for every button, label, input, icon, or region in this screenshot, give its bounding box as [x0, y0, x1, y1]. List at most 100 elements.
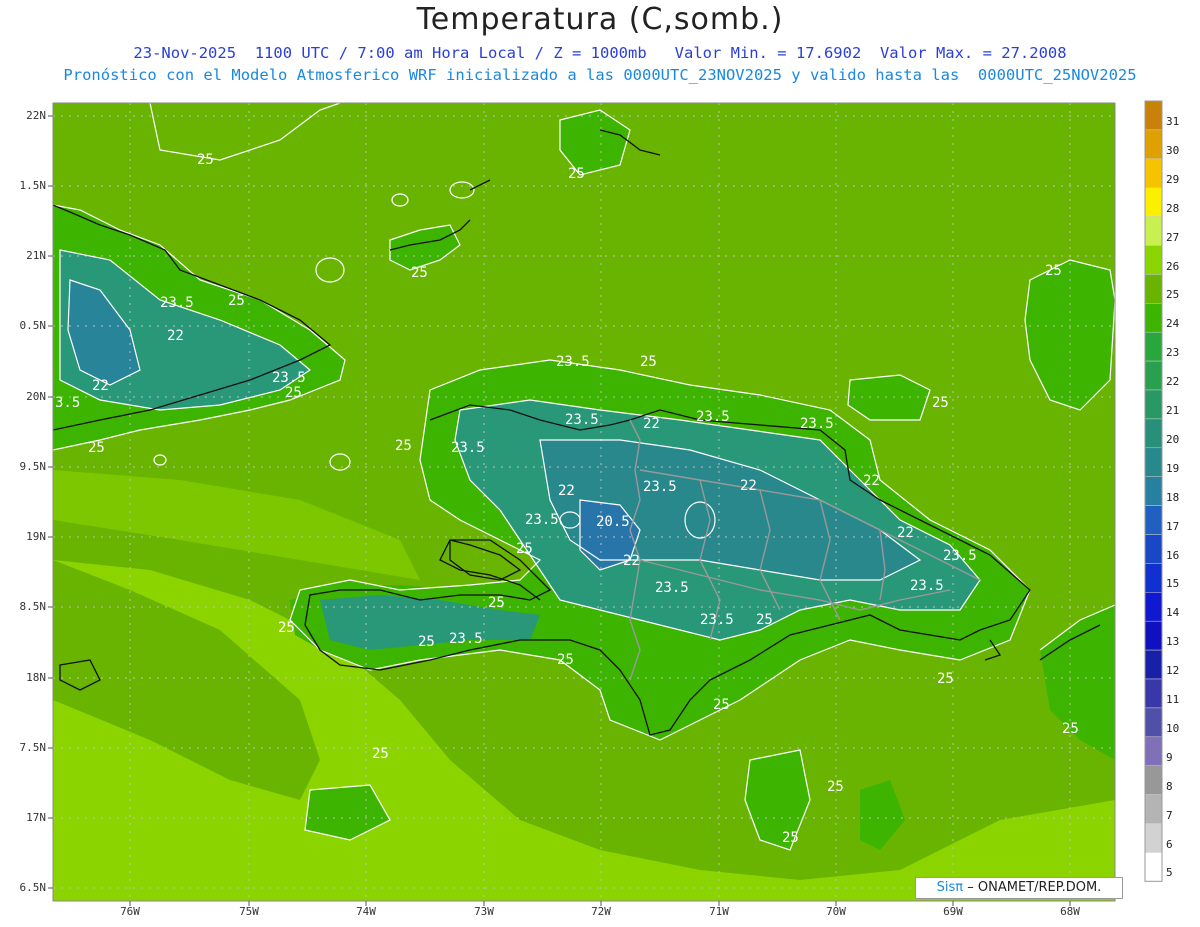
lat-label: 17N: [26, 811, 46, 824]
colorbar-swatch: [1144, 794, 1163, 824]
contour-label: 25: [782, 830, 799, 846]
contour-label: 23.5: [565, 412, 599, 428]
colorbar-swatch: [1144, 765, 1163, 795]
lon-label: 72W: [591, 905, 611, 918]
colorbar-label: 8: [1166, 779, 1173, 793]
contour-label: 23.5: [943, 548, 977, 564]
colorbar-swatch: [1144, 303, 1163, 333]
contour-label: 25: [395, 438, 412, 454]
contour-label: 22: [897, 525, 914, 541]
colorbar-label: 21: [1166, 404, 1180, 417]
lat-label: 0.5N: [19, 319, 47, 332]
lon-label: 68W: [1060, 905, 1080, 918]
lat-label: 8.5N: [19, 600, 47, 613]
lat-label: 18N: [26, 671, 46, 684]
colorbar-label: 20: [1166, 432, 1180, 446]
lat-label: 9.5N: [19, 460, 47, 473]
contour-label: 25: [1062, 721, 1079, 737]
colorbar-swatch: [1144, 620, 1163, 651]
colorbar-swatch: [1144, 447, 1163, 477]
contour-label: 25: [278, 620, 295, 636]
colorbar-swatch: [1144, 418, 1163, 449]
contour-label: 25: [516, 541, 533, 557]
credit-text: – ONAMET/REP.DOM.: [967, 880, 1102, 895]
contour-label: 3.5: [55, 395, 80, 411]
colorbar-label: 5: [1166, 866, 1173, 880]
contour-label: 23.5: [451, 440, 485, 456]
lon-label: 69W: [943, 905, 963, 918]
lat-label: 6.5N: [19, 881, 47, 894]
temperature-map[interactable]: 25 25 25 25 23.5 25 22 23.5 22 3.5 25 25…: [0, 0, 1200, 927]
colorbar-label: 10: [1166, 721, 1180, 735]
contour-label: 25: [197, 152, 214, 168]
colorbar-swatch: [1144, 129, 1163, 160]
colorbar-label: 23: [1166, 346, 1180, 360]
contour-label: 23.5: [643, 479, 677, 495]
lat-label: 7.5N: [19, 741, 47, 754]
lat-label: 21N: [26, 249, 46, 262]
colorbar-swatch: [1144, 505, 1163, 535]
credit-brand: Sisπ: [936, 880, 964, 895]
colorbar-swatch: [1144, 216, 1163, 246]
lat-label: 22N: [26, 109, 46, 122]
colorbar-label: 12: [1166, 664, 1180, 678]
colorbar-swatch: [1144, 678, 1163, 709]
colorbar-swatch: [1144, 245, 1163, 275]
colorbar-label: 14: [1166, 606, 1180, 620]
contour-label: 22: [92, 378, 109, 394]
contour-label: 25: [411, 265, 428, 281]
colorbar-swatch: [1144, 823, 1163, 853]
contour-label: 23.5: [449, 631, 483, 647]
contour-label: 23.5: [556, 354, 590, 370]
contour-label: 22: [740, 478, 757, 494]
contour-label: 25: [88, 440, 105, 456]
colorbar-swatch: [1144, 534, 1163, 564]
contour-label: 25: [228, 293, 245, 309]
contour-label: 23.5: [800, 416, 834, 432]
contour-label: 25: [1045, 263, 1062, 279]
contour-label: 23.5: [272, 370, 306, 386]
colorbar-swatch: [1144, 187, 1163, 217]
contour-label: 25: [713, 697, 730, 713]
contour-label: 23.5: [700, 612, 734, 628]
lat-label: 1.5N: [19, 179, 47, 192]
contour-label: 23.5: [160, 295, 194, 311]
colorbar-swatch: [1144, 852, 1163, 882]
colorbar-swatch: [1144, 476, 1163, 506]
contour-label: 25: [937, 671, 954, 687]
contour-label: 23.5: [525, 512, 559, 528]
contour-label: 25: [557, 652, 574, 668]
contour-label: 22: [863, 473, 880, 489]
lat-label: 20N: [26, 390, 46, 403]
colorbar-label: 6: [1166, 837, 1173, 851]
colorbar-label: 11: [1166, 693, 1180, 706]
contour-label: 22: [643, 416, 660, 432]
temperature-colorbar: [1144, 100, 1163, 882]
lon-label: 71W: [709, 905, 729, 918]
contour-label: 22: [558, 483, 575, 499]
colorbar-swatch: [1144, 331, 1163, 362]
colorbar-swatch: [1144, 274, 1163, 304]
colorbar-label: 13: [1166, 635, 1180, 649]
lon-label: 73W: [474, 905, 494, 918]
colorbar-label: 18: [1166, 490, 1180, 504]
colorbar-label: 30: [1166, 143, 1180, 157]
colorbar-swatch: [1144, 389, 1163, 420]
contour-label: 25: [488, 595, 505, 611]
credit-box: Sisπ – ONAMET/REP.DOM.: [915, 877, 1123, 899]
contour-label: 23.5: [655, 580, 689, 596]
contour-label: 25: [827, 779, 844, 795]
contour-label: 25: [756, 612, 773, 628]
colorbar-label: 22: [1166, 375, 1180, 389]
colorbar-label: 16: [1166, 548, 1180, 562]
colorbar-label: 17: [1166, 519, 1180, 533]
colorbar-swatch: [1144, 736, 1163, 766]
colorbar-label: 9: [1166, 750, 1173, 764]
contour-label: 25: [418, 634, 435, 650]
colorbar-label: 7: [1166, 808, 1173, 822]
contour-label: 22: [623, 553, 640, 569]
contour-label: 25: [372, 746, 389, 762]
colorbar-label: 25: [1166, 288, 1180, 302]
lon-label: 74W: [356, 905, 376, 918]
colorbar-label: 19: [1166, 461, 1180, 475]
